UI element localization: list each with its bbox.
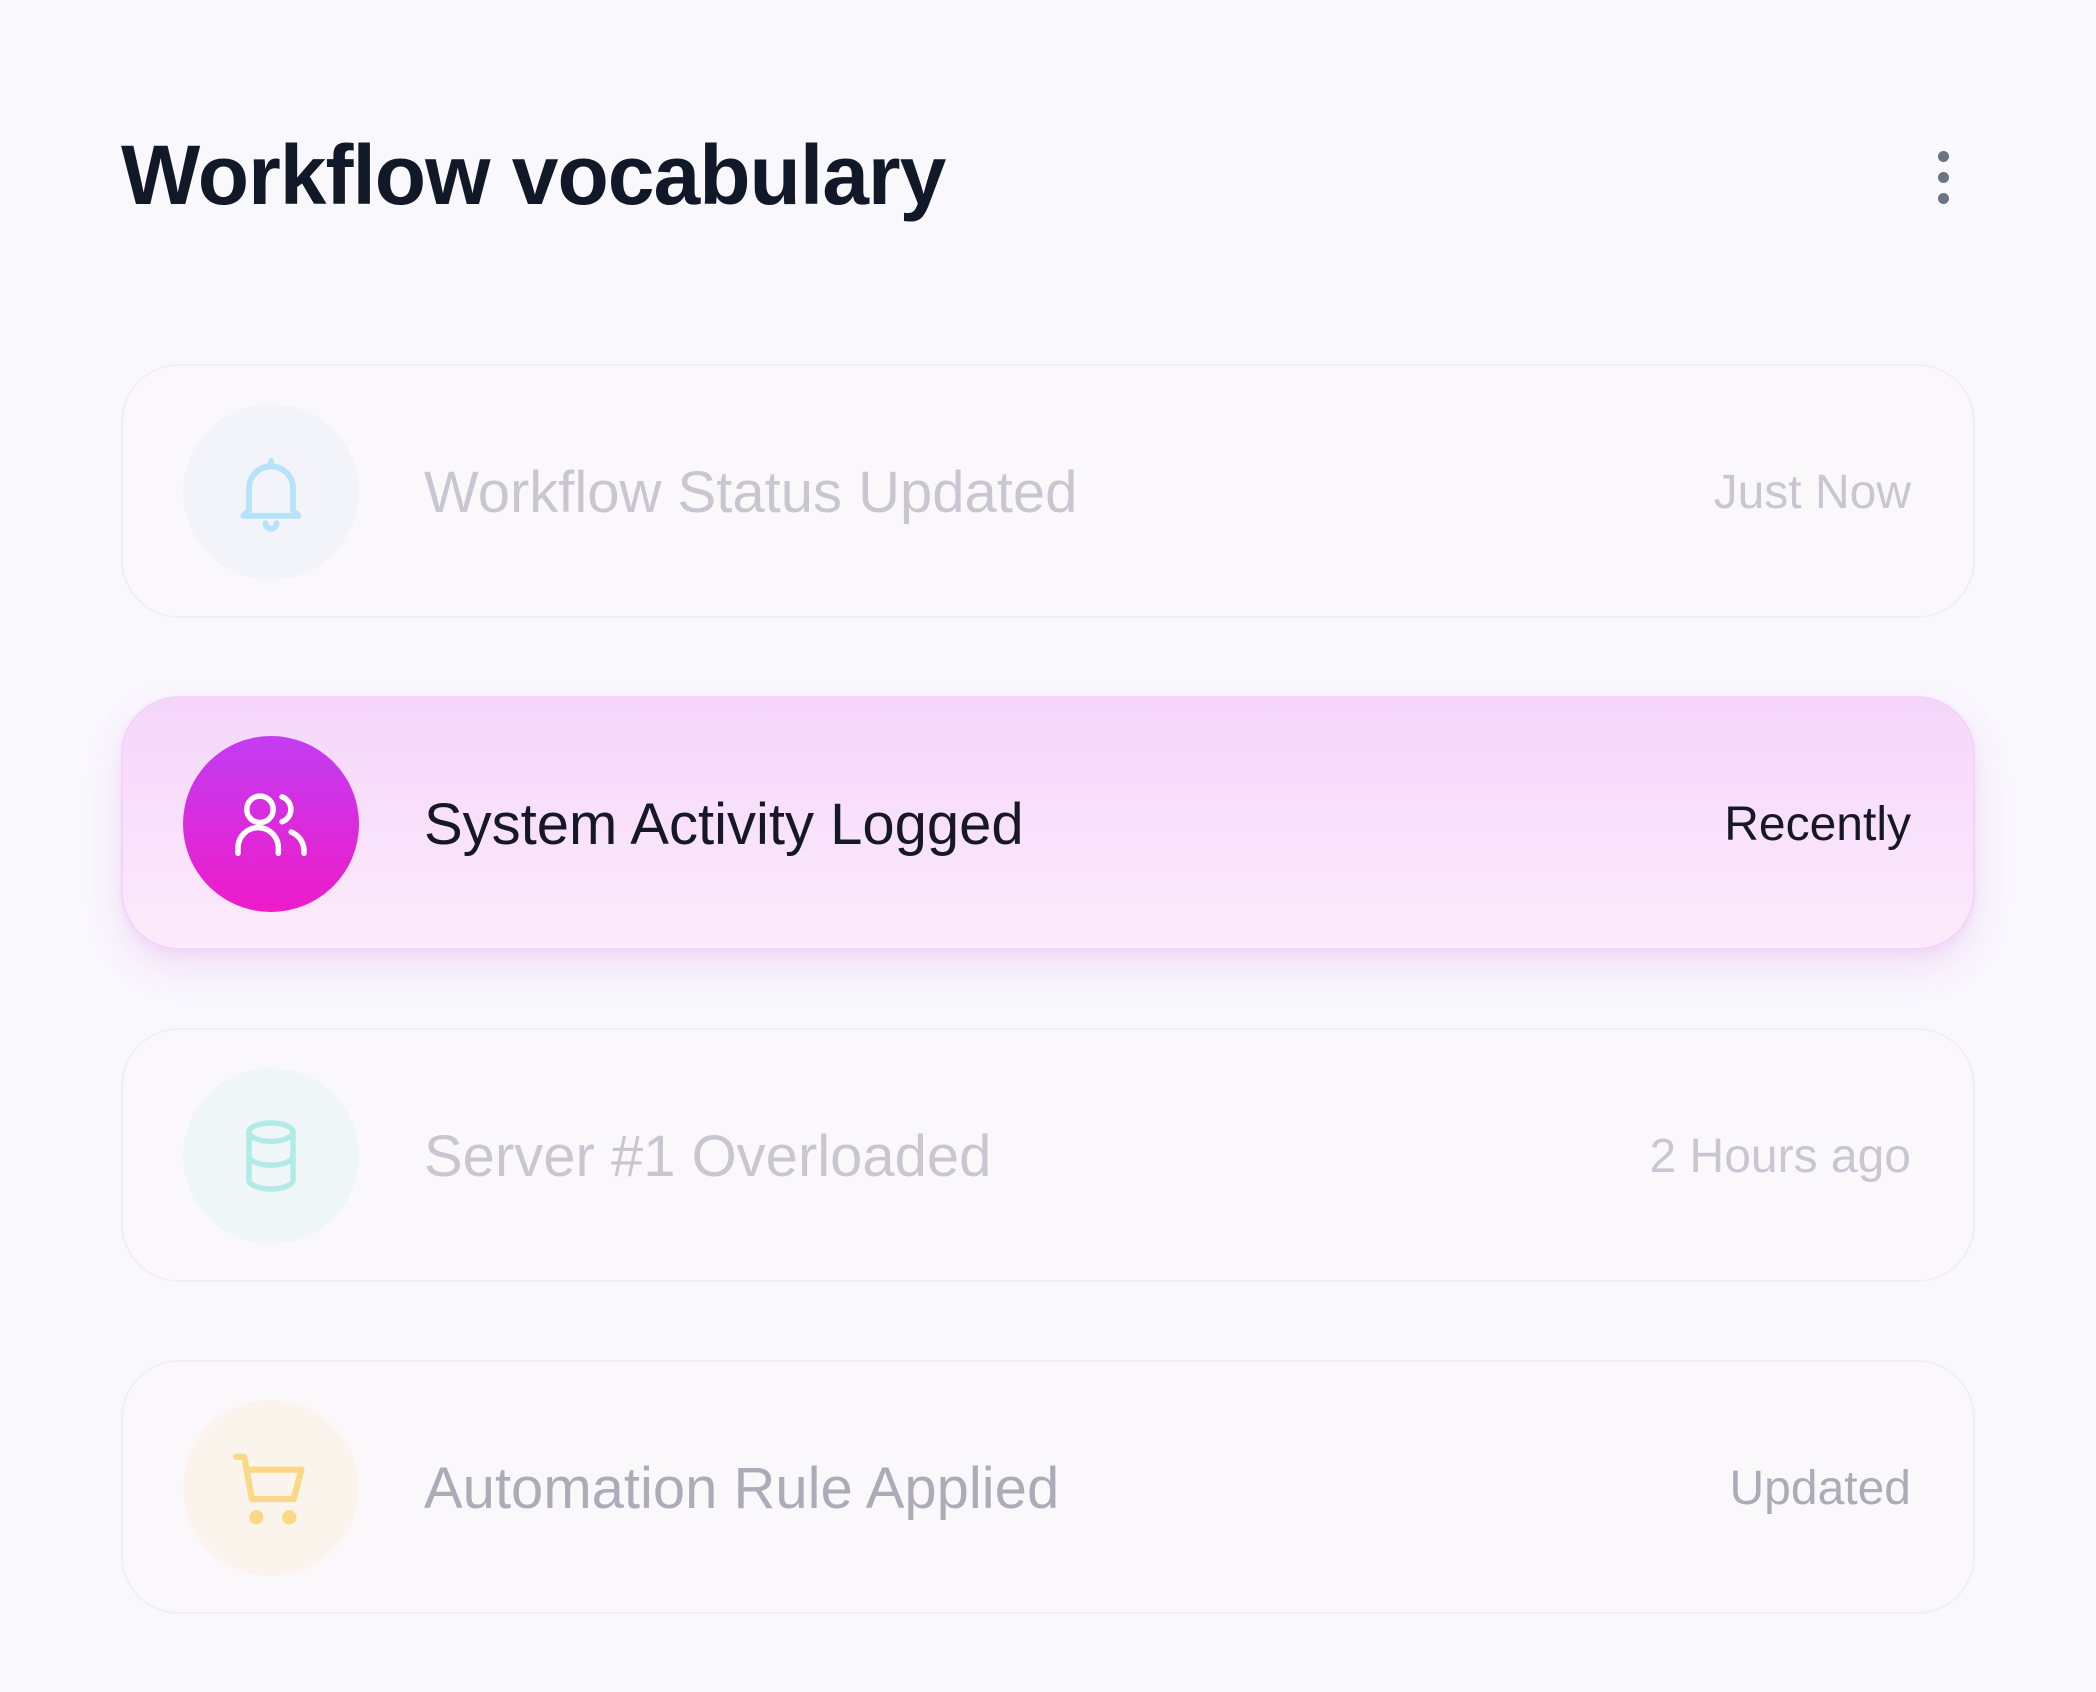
bell-icon [183, 404, 359, 580]
list-item-time: Just Now [1713, 466, 1911, 519]
header: Workflow vocabulary [121, 118, 1975, 233]
list-item-workflow-status-updated[interactable]: Workflow Status Updated Just Now [121, 364, 1975, 618]
page-title: Workflow vocabulary [121, 128, 946, 222]
list-item-system-activity-logged[interactable]: System Activity Logged Recently [121, 696, 1975, 950]
list-item-server-overloaded[interactable]: Server #1 Overloaded 2 Hours ago [121, 1028, 1975, 1282]
list-item-time: 2 Hours ago [1649, 1130, 1912, 1183]
more-vertical-icon-dot [1937, 150, 1949, 162]
users-icon [183, 736, 359, 912]
list-item-title: Workflow Status Updated [424, 460, 1078, 525]
list-item-time: Updated [1729, 1462, 1911, 1515]
more-options-button[interactable] [1911, 132, 1975, 222]
list-item-title: Automation Rule Applied [424, 1456, 1060, 1521]
list-item-time: Recently [1724, 798, 1911, 851]
list-item-automation-rule-applied[interactable]: Automation Rule Applied Updated [121, 1360, 1975, 1614]
shopping-cart-icon [183, 1400, 359, 1576]
list-item-title: System Activity Logged [424, 792, 1024, 857]
notification-list: Workflow Status Updated Just Now System … [121, 364, 1975, 1692]
more-vertical-icon-dot [1937, 192, 1949, 204]
database-icon [183, 1068, 359, 1244]
list-item-title: Server #1 Overloaded [424, 1124, 992, 1189]
more-vertical-icon-dot [1937, 171, 1949, 183]
